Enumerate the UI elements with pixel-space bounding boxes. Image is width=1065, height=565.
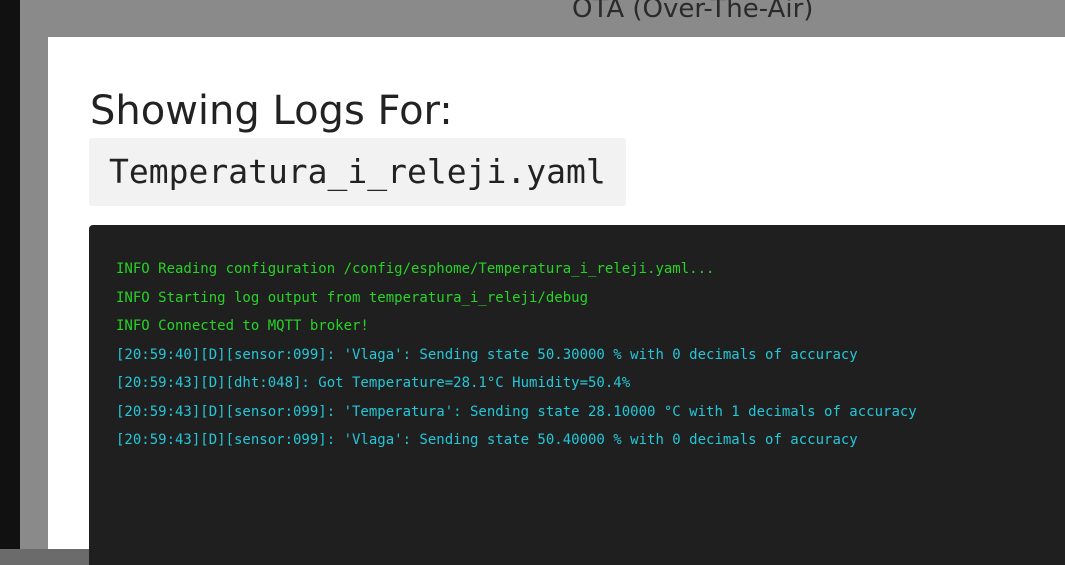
left-sidebar-edge (0, 0, 20, 549)
log-line: [20:59:43][D][sensor:099]: 'Temperatura'… (116, 403, 917, 420)
log-output[interactable]: INFO Reading configuration /config/espho… (89, 225, 1065, 565)
log-line: [20:59:43][D][sensor:099]: 'Vlaga': Send… (116, 432, 858, 448)
log-line: INFO Reading configuration /config/espho… (116, 261, 715, 277)
logs-modal: Showing Logs For: Temperatura_i_releji.y… (48, 37, 1065, 565)
log-line: [20:59:40][D][sensor:099]: 'Vlaga': Send… (116, 346, 858, 363)
modal-title: Showing Logs For: (90, 88, 453, 134)
log-line: INFO Starting log output from temperatur… (116, 289, 589, 306)
log-line: [20:59:43][D][dht:048]: Got Temperature=… (116, 375, 631, 391)
config-filename: Temperatura_i_releji.yaml (89, 138, 626, 206)
background-card-title: OTA (Over-The-Air) (572, 0, 814, 24)
log-line: INFO Connected to MQTT broker! (116, 318, 369, 334)
